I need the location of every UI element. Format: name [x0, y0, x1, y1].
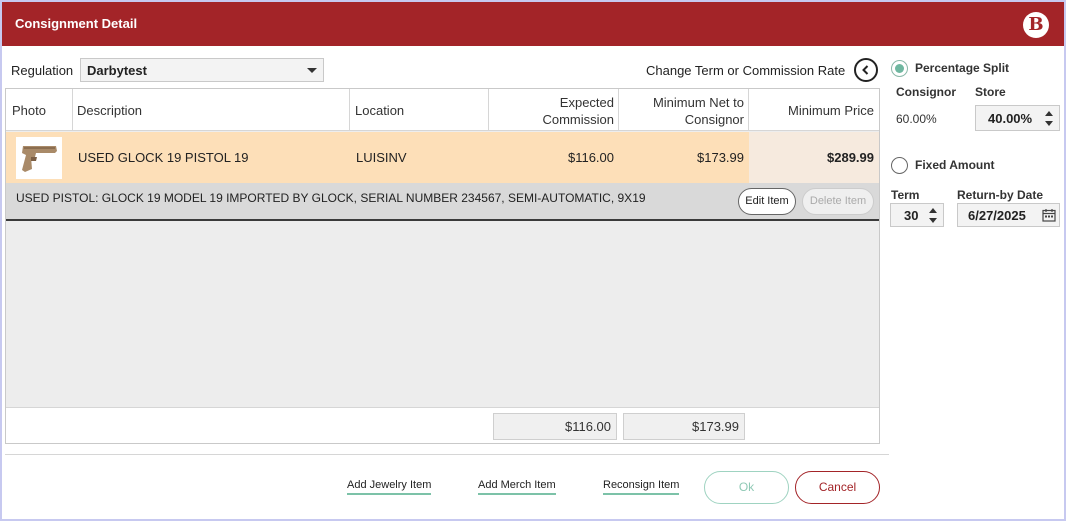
- item-detail-description: USED PISTOL: GLOCK 19 MODEL 19 IMPORTED …: [16, 191, 646, 205]
- brand-logo-letter: B: [1028, 14, 1044, 35]
- item-minimum-net: $173.99: [697, 150, 744, 165]
- edit-item-button[interactable]: Edit Item: [738, 188, 796, 215]
- item-expected-commission: $116.00: [567, 150, 614, 165]
- return-by-label: Return-by Date: [957, 188, 1044, 202]
- calendar-icon[interactable]: [1042, 208, 1056, 222]
- reconsign-item-button[interactable]: Reconsign Item: [603, 479, 680, 495]
- header-minimum-net: Minimum Net to Consignor: [619, 89, 749, 131]
- increment-icon[interactable]: [1045, 111, 1053, 116]
- return-by-date-field[interactable]: 6/27/2025: [957, 203, 1060, 227]
- header-location-label: Location: [355, 103, 405, 118]
- header-photo-label: Photo: [12, 103, 46, 118]
- brand-logo: B: [1023, 12, 1049, 38]
- regulation-label: Regulation: [11, 63, 74, 78]
- store-label: Store: [975, 85, 1006, 99]
- term-stepper[interactable]: 30: [890, 203, 944, 227]
- pistol-image: [16, 137, 62, 179]
- fixed-amount-radio[interactable]: [891, 157, 908, 174]
- header-photo: Photo: [6, 89, 73, 131]
- item-description: USED GLOCK 19 PISTOL 19: [78, 150, 249, 165]
- consignor-label: Consignor: [896, 85, 956, 99]
- change-term-label: Change Term or Commission Rate: [646, 63, 846, 78]
- header-expected-commission: Expected Commission: [489, 89, 619, 131]
- percentage-split-radio[interactable]: [891, 60, 908, 77]
- store-value: 40.00%: [988, 111, 1033, 126]
- add-jewelry-item-button[interactable]: Add Jewelry Item: [347, 479, 432, 495]
- regulation-select[interactable]: Darbytest: [80, 58, 324, 82]
- header-description: Description: [73, 89, 350, 131]
- total-minimum-net: $173.99: [623, 413, 745, 440]
- divider: [5, 454, 889, 455]
- item-location: LUISINV: [356, 150, 407, 165]
- header-minimum-net-label: Minimum Net to Consignor: [652, 95, 744, 127]
- decrement-icon[interactable]: [929, 218, 937, 223]
- chevron-down-icon: [307, 68, 317, 73]
- percentage-split-label: Percentage Split: [915, 61, 1010, 75]
- header-description-label: Description: [77, 103, 143, 118]
- item-detail-row: USED PISTOL: GLOCK 19 MODEL 19 IMPORTED …: [6, 183, 879, 221]
- title-bar: Consignment Detail B: [2, 2, 1064, 46]
- consignor-value: 60.00%: [896, 112, 937, 126]
- header-minimum-price-label: Minimum Price: [788, 103, 874, 118]
- collapse-panel-button[interactable]: [854, 58, 878, 82]
- item-minimum-price: $289.99: [827, 150, 874, 165]
- header-minimum-price: Minimum Price: [749, 89, 879, 131]
- window-title: Consignment Detail: [15, 16, 138, 31]
- add-merch-item-button[interactable]: Add Merch Item: [478, 479, 556, 495]
- term-label: Term: [891, 188, 920, 202]
- items-grid: Photo Description Location Expected Comm…: [5, 88, 880, 444]
- decrement-icon[interactable]: [1045, 121, 1053, 126]
- delete-item-button[interactable]: Delete Item: [802, 188, 874, 215]
- table-row[interactable]: USED GLOCK 19 PISTOL 19 LUISINV $116.00 …: [6, 132, 879, 183]
- return-by-value: 6/27/2025: [968, 208, 1026, 223]
- header-expected-commission-label: Expected Commission: [542, 95, 614, 127]
- store-percentage-stepper[interactable]: 40.00%: [975, 105, 1060, 131]
- regulation-value: Darbytest: [87, 63, 147, 78]
- fixed-amount-label: Fixed Amount: [915, 158, 995, 172]
- term-value: 30: [904, 208, 919, 223]
- grid-header: Photo Description Location Expected Comm…: [6, 89, 879, 131]
- chevron-left-icon: [862, 65, 869, 75]
- ok-button[interactable]: Ok: [704, 471, 789, 504]
- totals-row: $116.00 $173.99: [6, 407, 879, 443]
- cancel-button[interactable]: Cancel: [795, 471, 880, 504]
- header-location: Location: [350, 89, 489, 131]
- total-expected-commission: $116.00: [493, 413, 617, 440]
- increment-icon[interactable]: [929, 208, 937, 213]
